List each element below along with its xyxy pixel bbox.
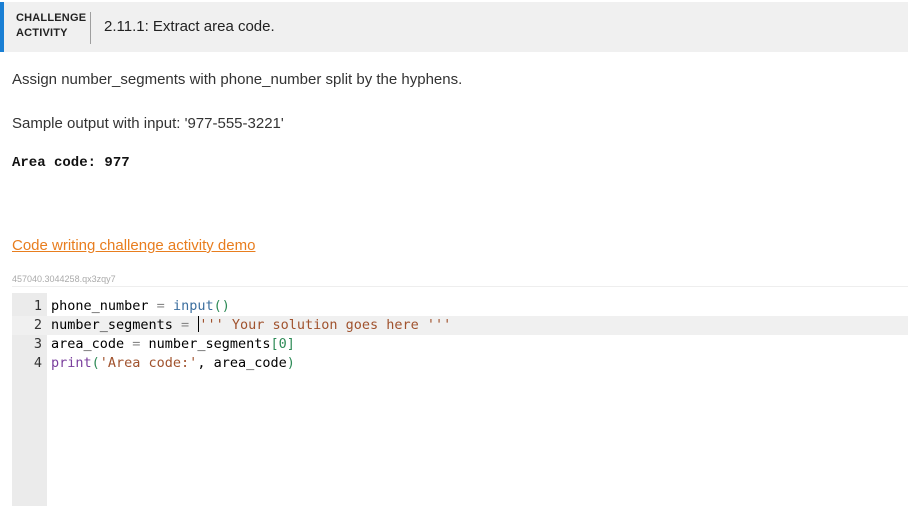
code-token: = <box>181 317 190 333</box>
activity-id: 457040.3044258.qx3zqy7 <box>12 274 116 284</box>
code-line[interactable]: 2 number_segments = ''' Your solution goe… <box>12 316 908 335</box>
code-token: number_segments <box>51 317 182 333</box>
sample-output-label: Sample output with input: '977-555-3221' <box>12 115 284 132</box>
code-token: area_code <box>51 336 133 352</box>
code-token: ] <box>286 336 295 352</box>
badge-line-1: CHALLENGE <box>16 12 87 24</box>
code-token: phone_number <box>51 298 157 314</box>
code-text[interactable]: print('Area code:', area_code) <box>51 354 295 373</box>
code-token: , area_code <box>197 355 287 371</box>
code-token: input <box>172 298 214 314</box>
line-number: 1 <box>33 298 42 314</box>
code-token: print <box>51 355 92 371</box>
code-text[interactable]: phone_number = input() <box>51 297 230 316</box>
code-line[interactable]: 3 area_code = number_segments[0] <box>12 335 908 354</box>
divider <box>12 286 908 287</box>
instruction-text: Assign number_segments with phone_number… <box>12 71 463 88</box>
code-token: = <box>156 298 165 314</box>
code-token: 'Area code:' <box>99 355 198 371</box>
code-token: 0 <box>278 336 287 352</box>
code-text[interactable]: number_segments = ''' Your solution goes… <box>51 316 451 335</box>
sample-output: Area code: 977 <box>12 155 130 171</box>
code-line[interactable]: 4 print('Area code:', area_code) <box>12 354 908 373</box>
code-token: [ <box>270 336 279 352</box>
code-token: ) <box>286 355 295 371</box>
challenge-header: CHALLENGE ACTIVITY 2.11.1: Extract area … <box>0 2 908 52</box>
code-token: ( <box>91 355 100 371</box>
badge-line-2: ACTIVITY <box>16 27 68 39</box>
demo-link[interactable]: Code writing challenge activity demo <box>12 237 255 254</box>
challenge-activity-badge: CHALLENGE ACTIVITY <box>16 11 86 41</box>
line-number: 4 <box>33 355 42 371</box>
code-text[interactable]: area_code = number_segments[0] <box>51 335 295 354</box>
code-token: () <box>213 298 230 314</box>
line-number: 3 <box>33 336 42 352</box>
code-token: number_segments <box>140 336 271 352</box>
header-divider <box>90 12 91 44</box>
code-editor[interactable]: 1 phone_number = input() 2 number_segments … <box>12 293 908 506</box>
code-token: ''' Your solution goes here ''' <box>199 317 452 333</box>
line-number: 2 <box>33 317 42 333</box>
code-line[interactable]: 1 phone_number = input() <box>12 297 908 316</box>
activity-title: 2.11.1: Extract area code. <box>104 18 275 35</box>
